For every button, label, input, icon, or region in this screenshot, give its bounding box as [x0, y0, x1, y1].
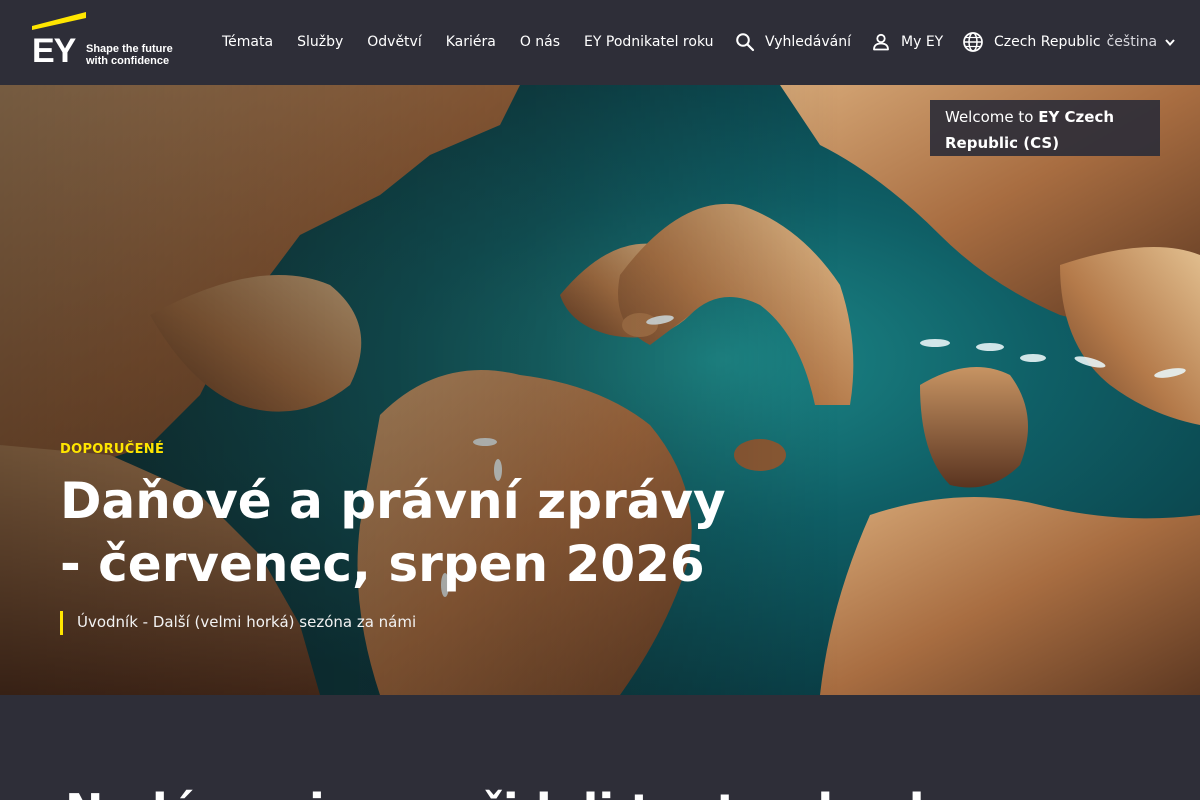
- ey-logo[interactable]: EY Shape the future with confidence: [32, 12, 173, 70]
- my-ey-button[interactable]: My EY: [871, 29, 943, 55]
- my-ey-label: My EY: [901, 34, 944, 50]
- language-label: čeština: [1106, 34, 1158, 50]
- logo-beam-icon: [32, 12, 86, 30]
- hero-shade-overlay: [0, 85, 1200, 695]
- globe-icon: [963, 32, 983, 52]
- chevron-down-icon: [1165, 39, 1175, 47]
- region-label: Czech Republic: [994, 34, 1101, 50]
- search-label: Vyhledávání: [765, 34, 851, 50]
- nav-item-temata[interactable]: Témata: [210, 30, 285, 54]
- hero-subtitle: Úvodník - Další (velmi horká) sezóna za …: [60, 611, 416, 635]
- site-header: EY Shape the future with confidence Téma…: [0, 0, 1200, 85]
- search-button[interactable]: Vyhledávání: [735, 29, 851, 55]
- nav-item-podnikatel-roku[interactable]: EY Podnikatel roku: [572, 30, 725, 54]
- user-icon: [873, 33, 889, 51]
- hero-eyebrow: DOPORUČENÉ: [60, 442, 165, 457]
- section-title: Nedávno jsme přidali tento obsah: [65, 783, 941, 800]
- nav-item-odvetvi[interactable]: Odvětví: [355, 30, 433, 54]
- search-icon: [736, 33, 755, 52]
- hero-banner[interactable]: Welcome to EY Czech Republic (CS) DOPORU…: [0, 85, 1200, 695]
- recent-content-section: Nedávno jsme přidali tento obsah: [0, 695, 1200, 800]
- nav-item-o-nas[interactable]: O nás: [508, 30, 572, 54]
- nav-item-kariera[interactable]: Kariéra: [434, 30, 508, 54]
- welcome-banner: Welcome to EY Czech Republic (CS): [930, 100, 1160, 156]
- welcome-prefix: Welcome to: [945, 108, 1039, 126]
- main-nav: Témata Služby Odvětví Kariéra O nás EY P…: [210, 30, 726, 54]
- logo-tagline: Shape the future with confidence: [86, 43, 173, 67]
- region-selector[interactable]: Czech Republic čeština: [962, 29, 1176, 55]
- hero-title[interactable]: Daňové a právní zprávy - červenec, srpen…: [60, 470, 760, 596]
- logo-text: EY: [32, 32, 76, 70]
- nav-item-sluzby[interactable]: Služby: [285, 30, 355, 54]
